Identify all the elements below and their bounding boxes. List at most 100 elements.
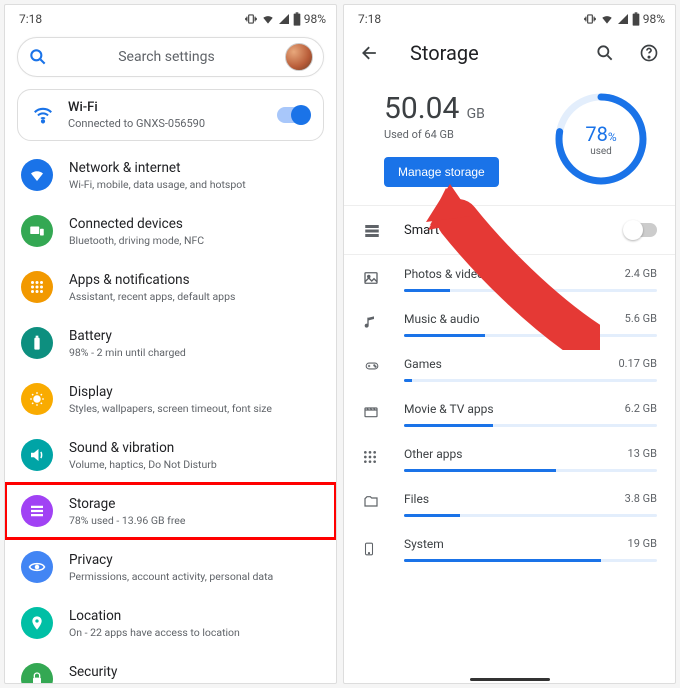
other-icon [362, 449, 382, 469]
wifi-subtitle: Connected to GNXS-056590 [68, 117, 263, 130]
page-title: Storage [410, 41, 571, 65]
devices-icon [21, 215, 53, 247]
wifi-icon [32, 104, 54, 126]
back-icon[interactable] [360, 43, 380, 63]
help-icon[interactable] [639, 43, 659, 63]
settings-screen: 7:18 98% Search settings Wi-Fi Connected… [4, 4, 337, 684]
category-bar [404, 424, 657, 427]
smart-storage-toggle[interactable] [625, 223, 657, 237]
wifi-title: Wi-Fi [68, 100, 263, 115]
row-title: Location [69, 608, 240, 624]
row-subtitle: On - 22 apps have access to location [69, 626, 240, 639]
category-bar [404, 559, 657, 562]
category-row-photo[interactable]: Photos & videos 2.4 GB [344, 255, 675, 300]
security-icon [21, 663, 53, 683]
status-icons: 98% [244, 12, 326, 26]
settings-row-sound[interactable]: Sound & vibration Volume, haptics, Do No… [5, 427, 336, 483]
search-placeholder: Search settings [48, 49, 285, 65]
storage-icon [21, 495, 53, 527]
movie-icon [362, 404, 382, 424]
wifi-quick-card[interactable]: Wi-Fi Connected to GNXS-056590 [17, 89, 324, 141]
used-unit: GB [467, 106, 485, 122]
settings-row-security[interactable]: Security Play Protect, screen lock, fing… [5, 651, 336, 683]
row-title: Privacy [69, 552, 273, 568]
row-subtitle: 98% - 2 min until charged [69, 346, 186, 359]
category-name: System [404, 537, 444, 551]
status-time: 7:18 [358, 12, 381, 26]
category-size: 2.4 GB [625, 267, 657, 281]
category-name: Files [404, 492, 429, 506]
storage-icon [362, 222, 382, 240]
avatar[interactable] [285, 43, 313, 71]
nav-handle[interactable] [470, 678, 550, 681]
display-icon [21, 383, 53, 415]
row-subtitle: Bluetooth, driving mode, NFC [69, 234, 204, 247]
status-icons: 98% [583, 12, 665, 26]
signal-icon [278, 13, 290, 25]
usage-text: 50.04 GB Used of 64 GB Manage storage [384, 91, 499, 187]
row-subtitle: Assistant, recent apps, default apps [69, 290, 235, 303]
category-name: Other apps [404, 447, 462, 461]
vibrate-icon [583, 12, 597, 26]
row-title: Connected devices [69, 216, 204, 232]
photo-icon [362, 269, 382, 291]
sound-icon [21, 439, 53, 471]
category-name: Music & audio [404, 312, 480, 326]
category-bar [404, 379, 657, 382]
search-icon [28, 47, 48, 67]
donut-percent: 78% [585, 122, 616, 146]
battery-icon [21, 327, 53, 359]
category-bar [404, 469, 657, 472]
system-icon [362, 539, 382, 563]
wifi-text: Wi-Fi Connected to GNXS-056590 [68, 100, 263, 130]
settings-row-battery[interactable]: Battery 98% - 2 min until charged [5, 315, 336, 371]
status-time: 7:18 [19, 12, 42, 26]
used-value: 50.04 [384, 91, 459, 126]
settings-list: Network & internet Wi-Fi, mobile, data u… [5, 147, 336, 683]
donut-used-label: used [590, 146, 612, 157]
category-row-movie[interactable]: Movie & TV apps 6.2 GB [344, 390, 675, 435]
wifi-icon [261, 12, 275, 26]
files-icon [362, 494, 382, 514]
wifi-toggle[interactable] [277, 107, 309, 123]
category-row-files[interactable]: Files 3.8 GB [344, 480, 675, 525]
storage-header: Storage [344, 29, 675, 73]
battery-percent: 98% [643, 12, 665, 26]
settings-row-display[interactable]: Display Styles, wallpapers, screen timeo… [5, 371, 336, 427]
row-subtitle: Styles, wallpapers, screen timeout, font… [69, 402, 272, 415]
music-icon [362, 314, 382, 336]
privacy-icon [21, 551, 53, 583]
settings-row-apps[interactable]: Apps & notifications Assistant, recent a… [5, 259, 336, 315]
category-row-games[interactable]: Games 0.17 GB [344, 345, 675, 390]
category-row-system[interactable]: System 19 GB [344, 525, 675, 571]
row-title: Security [69, 664, 236, 680]
vibrate-icon [244, 12, 258, 26]
settings-row-storage[interactable]: Storage 78% used - 13.96 GB free [5, 483, 336, 539]
category-row-other[interactable]: Other apps 13 GB [344, 435, 675, 480]
category-size: 6.2 GB [625, 402, 657, 416]
games-icon [362, 359, 382, 377]
category-name: Movie & TV apps [404, 402, 494, 416]
manage-storage-button[interactable]: Manage storage [384, 157, 499, 187]
category-bar [404, 334, 657, 337]
category-size: 5.6 GB [625, 312, 657, 326]
row-title: Network & internet [69, 160, 246, 176]
settings-row-wifi[interactable]: Network & internet Wi-Fi, mobile, data u… [5, 147, 336, 203]
row-title: Display [69, 384, 272, 400]
search-settings[interactable]: Search settings [17, 37, 324, 77]
battery-icon [632, 12, 640, 26]
search-icon[interactable] [595, 43, 615, 63]
wifi-icon [600, 12, 614, 26]
category-size: 13 GB [628, 447, 657, 461]
category-size: 0.17 GB [618, 357, 657, 371]
wifi-icon [21, 159, 53, 191]
category-row-music[interactable]: Music & audio 5.6 GB [344, 300, 675, 345]
category-bar [404, 514, 657, 517]
status-bar: 7:18 98% [344, 5, 675, 29]
settings-row-devices[interactable]: Connected devices Bluetooth, driving mod… [5, 203, 336, 259]
row-subtitle: Wi-Fi, mobile, data usage, and hotspot [69, 178, 246, 191]
settings-row-location[interactable]: Location On - 22 apps have access to loc… [5, 595, 336, 651]
settings-row-privacy[interactable]: Privacy Permissions, account activity, p… [5, 539, 336, 595]
smart-storage-row[interactable]: Smart Storage [344, 206, 675, 255]
battery-icon [293, 12, 301, 26]
